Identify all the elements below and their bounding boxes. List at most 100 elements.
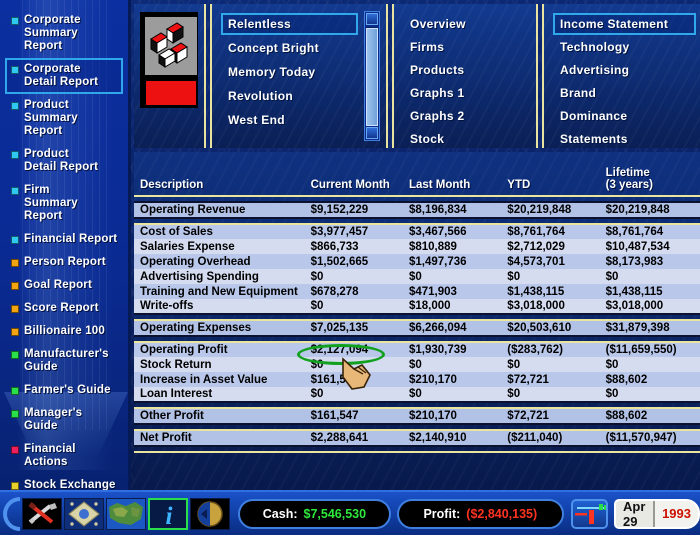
row-value-2: $2,712,029 [503,239,602,254]
sidebar-bullet-icon [11,259,19,267]
scroll-down-icon[interactable] [366,127,378,139]
report-item-4[interactable]: Dominance [553,105,696,127]
row-value-3: $8,761,764 [601,224,700,239]
firm-item-4[interactable]: West End [221,109,358,131]
report-item-0[interactable]: Income Statement [553,13,696,35]
row-value-1: $471,903 [404,284,504,299]
table-row[interactable]: Operating Profit $2,127,094 $1,930,739 ($28… [134,342,700,357]
sidebar-bullet-icon [11,236,19,244]
build-tools-icon[interactable] [22,497,63,530]
table-row[interactable]: Operating Overhead $1,502,665 $1,497,736 $4… [134,254,700,269]
sidebar-bullet-icon [11,328,19,336]
sidebar-item-14[interactable]: Stock Exchange [5,474,123,490]
report-item-1[interactable]: Technology [553,36,696,58]
sidebar-item-7[interactable]: Goal Report [5,274,123,297]
table-row[interactable]: Loan Interest $0 $0 $0 $0 [134,387,700,402]
sidebar-item-2[interactable]: Product Summary Report [5,94,123,143]
sidebar-bullet-icon [11,102,19,110]
table-row[interactable]: Operating Revenue $9,152,229 $8,196,834 $20… [134,202,700,218]
table-row[interactable]: Operating Expenses $7,025,135 $6,266,094 $2… [134,320,700,336]
report-item-2[interactable]: Advertising [553,59,696,81]
section-item-0[interactable]: Overview [403,13,532,35]
table-row[interactable]: Training and New Equipment $678,278 $471,9… [134,284,700,299]
table-row[interactable]: Other Profit $161,547 $210,170 $72,721 $88,6… [134,408,700,424]
row-value-3: $10,487,534 [601,239,700,254]
firm-item-2[interactable]: Memory Today [221,61,358,83]
row-description: Advertising Spending [134,269,307,284]
game-date[interactable]: Apr 29 1993 [613,498,700,529]
clock-back-icon[interactable] [190,497,231,530]
row-value-1: $18,000 [404,299,504,314]
row-value-2: $72,721 [503,408,602,424]
info-icon[interactable]: i [148,497,189,530]
table-separator [134,445,700,453]
table-row[interactable]: Salaries Expense $866,733 $810,889 $2,712,0… [134,239,700,254]
sidebar-item-1[interactable]: Corporate Detail Report [5,58,123,94]
section-item-3[interactable]: Graphs 1 [403,82,532,104]
sidebar-item-3[interactable]: Product Detail Report [5,143,123,179]
table-header-row: Description Current Month Last Month YTD Lif… [134,152,700,196]
section-item-5[interactable]: Stock [403,128,532,148]
table-row[interactable]: Stock Return $0 $0 $0 $0 [134,357,700,372]
row-description: Write-offs [134,299,307,314]
sidebar-bullet-icon [11,482,19,490]
report-item-5[interactable]: Statements [553,128,696,148]
sidebar-item-6[interactable]: Person Report [5,251,123,274]
row-value-2: ($211,040) [503,430,602,446]
table-row[interactable]: Advertising Spending $0 $0 $0 $0 [134,269,700,284]
table-row[interactable]: Increase in Asset Value $161,547 $210,170 $… [134,372,700,387]
section-item-2[interactable]: Products [403,59,532,81]
firm-item-1[interactable]: Concept Bright [221,37,358,59]
section-item-1[interactable]: Firms [403,36,532,58]
sidebar-item-8[interactable]: Score Report [5,297,123,320]
sidebar-item-9[interactable]: Billionaire 100 [5,320,123,343]
firm-item-0[interactable]: Relentless [221,13,358,35]
row-value-3: $0 [601,269,700,284]
world-map-icon[interactable] [106,497,147,530]
table-row[interactable]: Write-offs $0 $18,000 $3,018,000 $3,018,000 [134,299,700,314]
row-value-0: $678,278 [306,284,405,299]
sidebar-item-12[interactable]: Manager's Guide [5,402,123,438]
firm-list-scrollbar[interactable] [364,11,380,141]
scroll-up-icon[interactable] [366,13,378,25]
profit-display: Profit: ($2,840,135) [396,498,564,529]
row-value-0: $7,025,135 [306,320,405,336]
sidebar-item-0[interactable]: Corporate Summary Report [5,9,123,58]
sidebar-bullet-icon [11,17,19,25]
sidebar-bullet-icon [11,410,19,418]
row-value-0: $1,502,665 [306,254,405,269]
sidebar-item-label: Financial Actions [24,443,76,468]
table-row[interactable]: Net Profit $2,288,641 $2,140,910 ($211,040)… [134,430,700,446]
table-row[interactable]: Cost of Sales $3,977,457 $3,467,566 $8,761,… [134,224,700,239]
row-value-2: $0 [503,387,602,402]
grid-map-icon[interactable] [64,497,105,530]
section-item-4[interactable]: Graphs 2 [403,105,532,127]
mini-chart-icon[interactable] [570,498,608,529]
column-header-0: Description [140,179,204,191]
sidebar-item-label: Firm Summary Report [24,184,78,222]
sidebar-item-5[interactable]: Financial Report [5,228,123,251]
svg-text:i: i [166,503,173,530]
cash-value: $7,546,530 [303,506,367,521]
cash-display: Cash: $7,546,530 [238,498,391,529]
firm-item-3[interactable]: Revolution [221,85,358,107]
sidebar-item-label: Manufacturer's Guide [24,348,109,373]
sidebar-item-13[interactable]: Financial Actions [5,438,123,474]
sidebar-item-11[interactable]: Farmer's Guide [5,379,123,402]
company-logo-bar [145,80,197,106]
row-value-0: $9,152,229 [306,202,405,218]
status-bar: i Cash: $7,546,530 Profit: ($2,840,135) … [0,490,700,535]
top-panel-row: Relentless Concept Bright Memory Today Revo… [134,0,700,152]
sidebar-item-10[interactable]: Manufacturer's Guide [5,343,123,379]
sidebar-item-label: Person Report [24,256,106,268]
sidebar-item-4[interactable]: Firm Summary Report [5,179,123,228]
report-item-3[interactable]: Brand [553,82,696,104]
row-value-1: $0 [404,387,504,402]
row-value-1: $1,930,739 [404,342,504,357]
row-value-3: $8,173,983 [601,254,700,269]
row-value-3: $0 [601,357,700,372]
row-value-3: $31,879,398 [601,320,700,336]
hand-cursor-icon [342,357,371,390]
sidebar-bullet-icon [11,151,19,159]
scrollbar-thumb[interactable] [366,28,378,126]
